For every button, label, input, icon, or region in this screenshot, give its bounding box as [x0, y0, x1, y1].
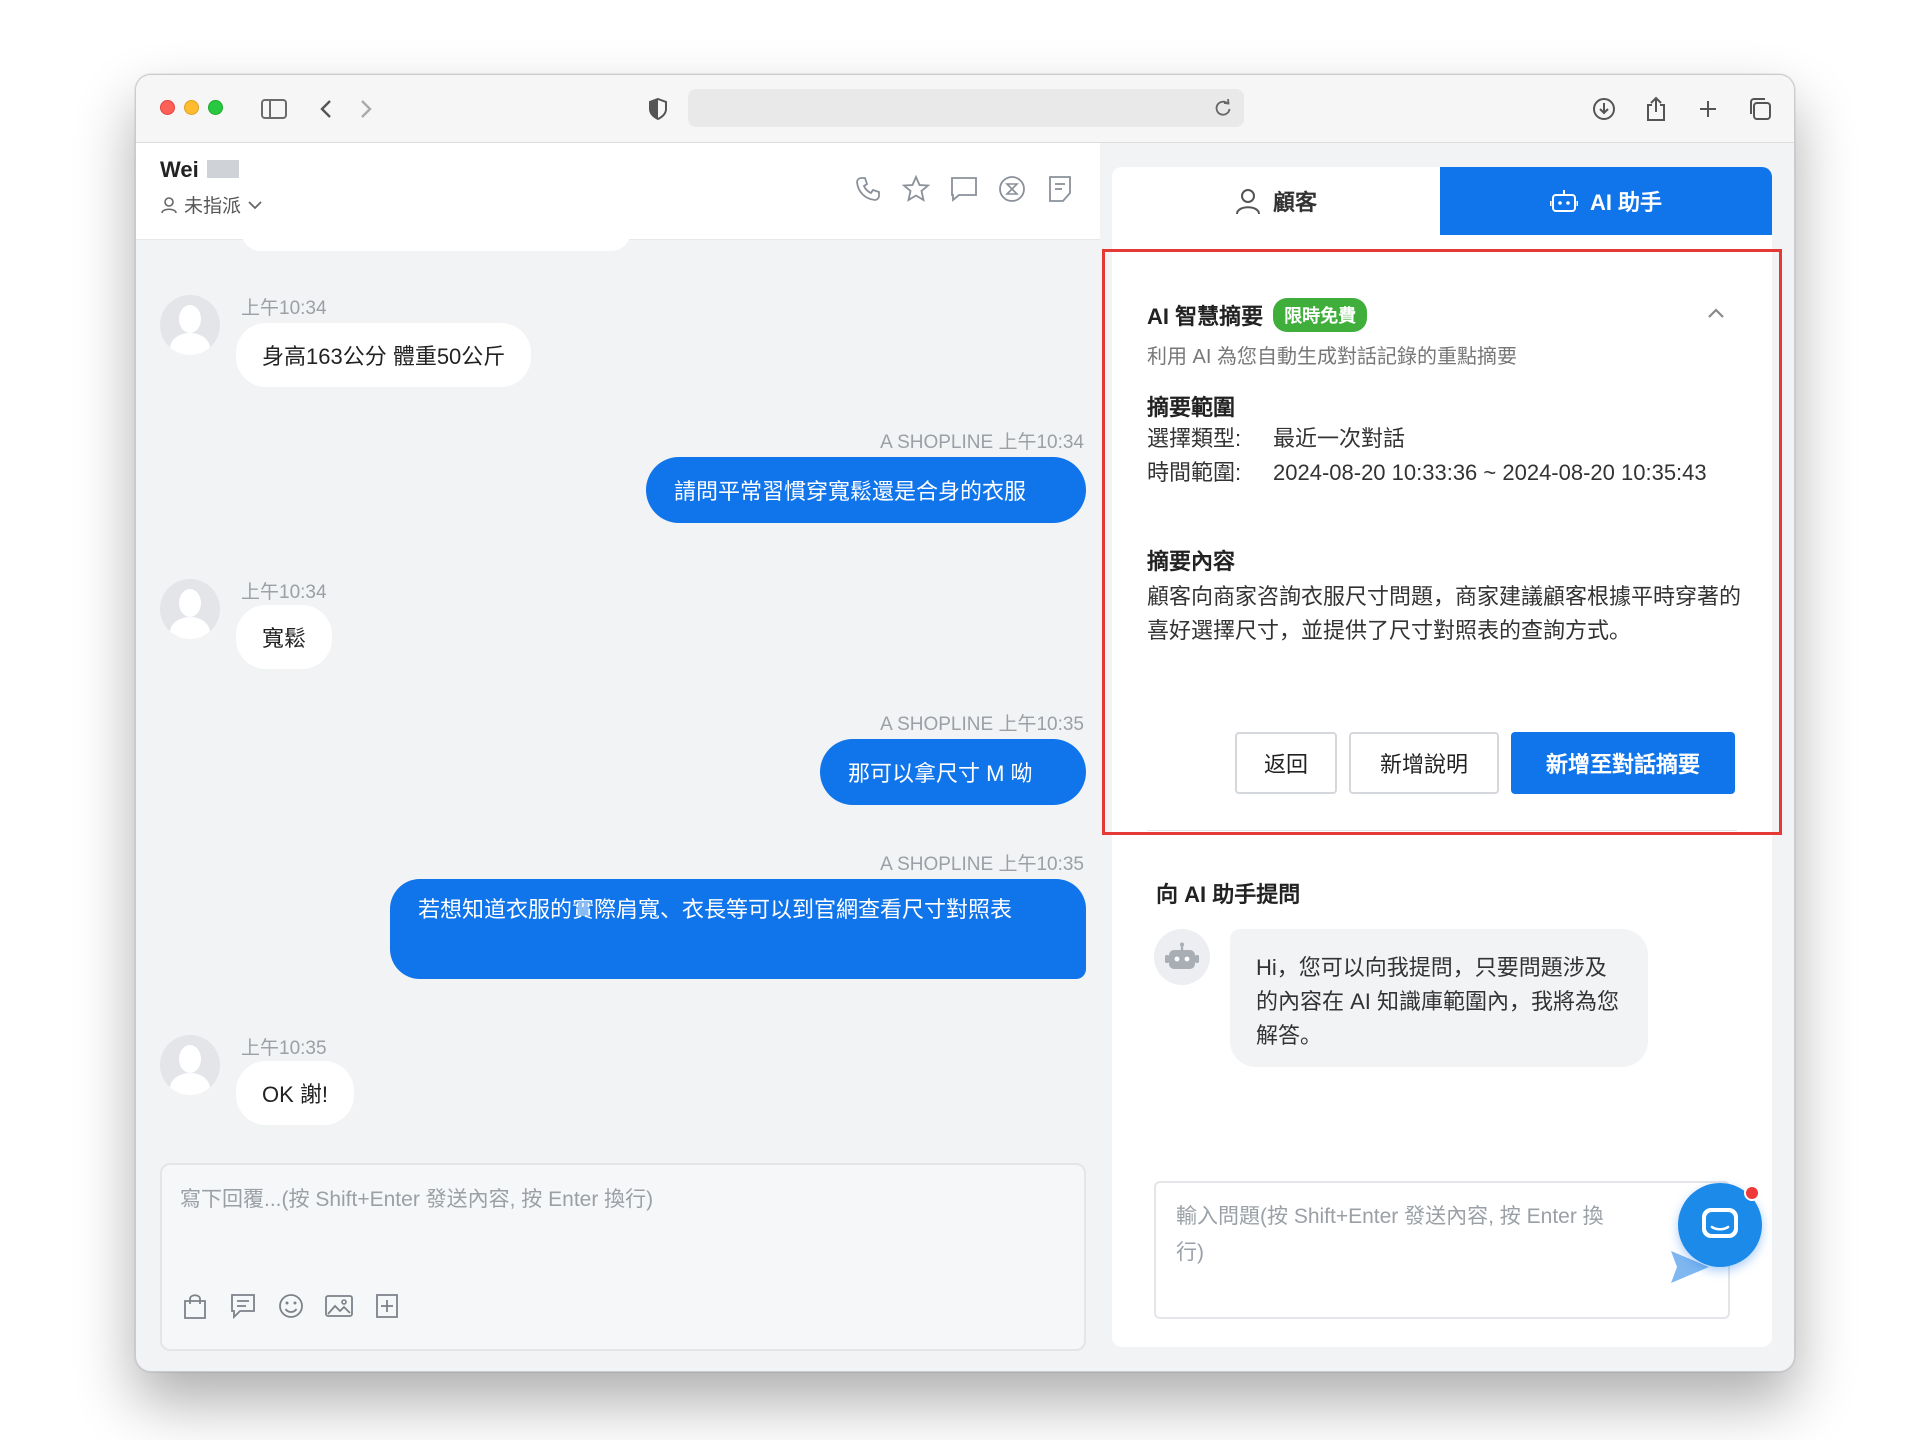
type-label: 選擇類型: — [1147, 426, 1242, 451]
person-icon — [161, 196, 177, 213]
robot-icon — [1549, 190, 1578, 212]
image-icon[interactable] — [324, 1291, 354, 1321]
ask-ai-input[interactable]: 輸入問題(按 Shift+Enter 發送內容, 按 Enter 換行) — [1154, 1181, 1730, 1319]
share-icon[interactable] — [1640, 93, 1672, 125]
free-badge: 限時免費 — [1273, 298, 1368, 332]
download-icon[interactable] — [1588, 93, 1620, 125]
sidebar-toggle-icon[interactable] — [258, 93, 290, 125]
time-label: 時間範圍: — [1147, 460, 1242, 485]
message-time: 上午10:35 — [998, 714, 1084, 735]
time-value: 2024-08-20 10:33:36 ~ 2024-08-20 10:35:4… — [1273, 460, 1707, 485]
privacy-shield-icon[interactable] — [642, 93, 674, 125]
message-sender: A SHOPLINE — [880, 854, 994, 875]
summary-title: AI 智慧摘要 限時免費 — [1147, 298, 1368, 332]
new-tab-icon[interactable] — [1692, 93, 1724, 125]
content-heading: 摘要內容 — [1147, 549, 1236, 574]
range-type-row: 選擇類型: 最近一次對話 — [1147, 422, 1405, 456]
tab-ai-label: AI 助手 — [1589, 190, 1663, 215]
contact-name: Wei — [160, 157, 239, 183]
chat-bubble-icon — [1702, 1208, 1738, 1238]
assignee-dropdown[interactable]: 未指派 — [160, 191, 263, 218]
back-button[interactable]: 返回 — [1235, 732, 1337, 794]
bot-greeting-bubble: Hi，您可以向我提問，只要問題涉及的內容在 AI 知識庫範圍內，我將為您解答。 — [1230, 929, 1648, 1067]
browser-window: Wei 未指派 上午10:34 身高163公分 體重50公斤 A SHOPLIN… — [135, 74, 1795, 1372]
ask-ai-title: 向 AI 助手提問 — [1156, 882, 1301, 907]
redacted-surname — [206, 160, 239, 178]
previous-message-bubble — [241, 227, 631, 251]
emoji-icon[interactable] — [276, 1291, 306, 1321]
chevron-down-icon — [248, 200, 262, 209]
incoming-message-bubble: OK 謝! — [236, 1061, 355, 1125]
forward-icon[interactable] — [350, 93, 382, 125]
bot-avatar — [1154, 929, 1210, 985]
person-icon — [1235, 189, 1260, 215]
message-time: 上午10:34 — [241, 298, 327, 319]
close-conversation-icon[interactable] — [996, 173, 1028, 205]
tab-customer-label: 顧客 — [1272, 190, 1317, 215]
summary-subtitle: 利用 AI 為您自動生成對話記錄的重點摘要 — [1147, 346, 1518, 368]
reload-icon[interactable] — [1210, 95, 1236, 121]
incoming-message-bubble: 寬鬆 — [236, 605, 333, 669]
minimize-window-button[interactable] — [184, 100, 199, 115]
outgoing-message-bubble: 請問平常習慣穿寬鬆還是合身的衣服 — [646, 457, 1086, 523]
divider — [1147, 830, 1737, 831]
robot-icon — [1165, 942, 1199, 969]
outgoing-message-bubble: 那可以拿尺寸 M 呦 — [820, 739, 1086, 805]
summary-content: 顧客向商家咨詢衣服尺寸問題，商家建議顧客根據平時穿著的喜好選擇尺寸，並提供了尺寸… — [1147, 584, 1742, 643]
outgoing-message-bubble: 若想知道衣服的實際肩寬、衣長等可以到官網查看尺寸對照表 — [390, 879, 1086, 979]
tab-customer[interactable]: 顧客 — [1112, 167, 1440, 235]
time-range-row: 時間範圍: 2024-08-20 10:33:36 ~ 2024-08-20 1… — [1147, 456, 1747, 490]
phone-icon[interactable] — [852, 173, 884, 205]
message-sender: A SHOPLINE — [880, 432, 994, 453]
assignee-label: 未指派 — [184, 196, 242, 217]
back-icon[interactable] — [310, 93, 342, 125]
reply-placeholder: 寫下回覆...(按 Shift+Enter 發送內容, 按 Enter 換行) — [180, 1188, 654, 1211]
customer-avatar — [160, 295, 220, 355]
message-time: 上午10:35 — [998, 854, 1084, 875]
customer-avatar — [160, 1035, 220, 1095]
tab-ai-assistant[interactable]: AI 助手 — [1440, 167, 1772, 235]
zoom-window-button[interactable] — [208, 100, 223, 115]
chat-header: Wei 未指派 — [136, 143, 1100, 240]
add-attachment-icon[interactable] — [372, 1291, 402, 1321]
message-meta: A SHOPLINE 上午10:35 — [880, 849, 1084, 876]
message-meta: A SHOPLINE 上午10:34 — [880, 427, 1084, 454]
address-bar[interactable] — [688, 89, 1244, 127]
add-to-summary-button[interactable]: 新增至對話摘要 — [1511, 732, 1735, 794]
browser-titlebar — [136, 75, 1794, 143]
shopping-bag-icon[interactable] — [180, 1291, 210, 1321]
quick-reply-icon[interactable] — [228, 1291, 258, 1321]
add-note-button[interactable]: 新增說明 — [1349, 732, 1499, 794]
notes-icon[interactable] — [1044, 173, 1076, 205]
close-window-button[interactable] — [160, 100, 175, 115]
message-time: 上午10:34 — [241, 582, 327, 603]
summary-title-text: AI 智慧摘要 — [1147, 304, 1264, 329]
ai-summary-card: AI 智慧摘要 限時免費 利用 AI 為您自動生成對話記錄的重點摘要 摘要範圍 … — [1102, 249, 1782, 835]
comment-icon[interactable] — [948, 173, 980, 205]
message-list[interactable]: 上午10:34 身高163公分 體重50公斤 A SHOPLINE 上午10:3… — [136, 227, 1100, 1161]
range-heading: 摘要範圍 — [1147, 395, 1236, 420]
ask-input-placeholder: 輸入問題(按 Shift+Enter 發送內容, 按 Enter 換行) — [1176, 1205, 1604, 1264]
tab-overview-icon[interactable] — [1744, 93, 1776, 125]
message-meta: A SHOPLINE 上午10:35 — [880, 709, 1084, 736]
incoming-message-bubble: 身高163公分 體重50公斤 — [236, 323, 532, 387]
customer-avatar — [160, 579, 220, 639]
star-icon[interactable] — [900, 173, 932, 205]
chevron-up-icon[interactable] — [1705, 304, 1727, 322]
chat-actions — [852, 173, 1076, 205]
reply-composer[interactable]: 寫下回覆...(按 Shift+Enter 發送內容, 按 Enter 換行) — [160, 1163, 1086, 1351]
type-value: 最近一次對話 — [1273, 426, 1406, 451]
message-time: 上午10:35 — [241, 1038, 327, 1059]
composer-toolbar — [180, 1291, 402, 1321]
message-time: 上午10:34 — [998, 432, 1084, 453]
message-sender: A SHOPLINE — [880, 714, 994, 735]
notification-dot — [1744, 1185, 1760, 1201]
